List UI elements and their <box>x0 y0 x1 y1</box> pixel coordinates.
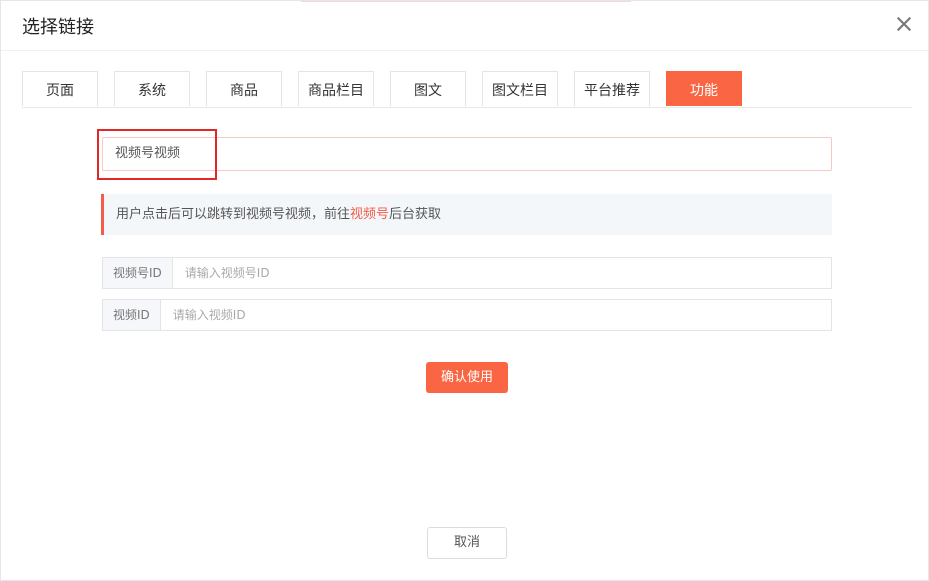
tab-function[interactable]: 功能 <box>666 71 742 106</box>
dialog-title: 选择链接 <box>22 17 94 38</box>
info-tip: 用户点击后可以跳转到视频号视频，前往视频号后台获取 <box>101 194 832 235</box>
tip-text-suffix: 后台获取 <box>389 207 442 222</box>
confirm-button[interactable]: 确认使用 <box>426 362 508 393</box>
tab-system[interactable]: 系统 <box>114 71 190 106</box>
tab-article-category[interactable]: 图文栏目 <box>482 71 558 106</box>
close-icon[interactable] <box>894 14 914 34</box>
tab-product-category[interactable]: 商品栏目 <box>298 71 374 106</box>
tab-article[interactable]: 图文 <box>390 71 466 106</box>
tab-page[interactable]: 页面 <box>22 71 98 106</box>
tip-text-prefix: 用户点击后可以跳转到视频号视频，前往 <box>116 207 351 222</box>
top-accent-line <box>301 1 631 2</box>
cancel-button[interactable]: 取消 <box>427 527 507 559</box>
tab-product[interactable]: 商品 <box>206 71 282 106</box>
selected-link-option[interactable]: 视频号视频 <box>102 137 832 171</box>
tip-channels-link[interactable]: 视频号 <box>350 207 389 222</box>
channel-id-field: 视频号ID <box>102 257 832 289</box>
header-divider <box>1 50 928 51</box>
link-type-tabs: 页面 系统 商品 商品栏目 图文 图文栏目 平台推荐 功能 <box>22 71 912 108</box>
tab-platform-recommend[interactable]: 平台推荐 <box>574 71 650 106</box>
video-id-input[interactable] <box>160 300 831 330</box>
video-id-label: 视频ID <box>103 300 161 330</box>
select-link-dialog: 选择链接 页面 系统 商品 商品栏目 图文 图文栏目 平台推荐 功能 视频号视频… <box>0 0 929 581</box>
channel-id-label: 视频号ID <box>103 258 173 288</box>
video-id-field: 视频ID <box>102 299 832 331</box>
channel-id-input[interactable] <box>172 258 831 288</box>
